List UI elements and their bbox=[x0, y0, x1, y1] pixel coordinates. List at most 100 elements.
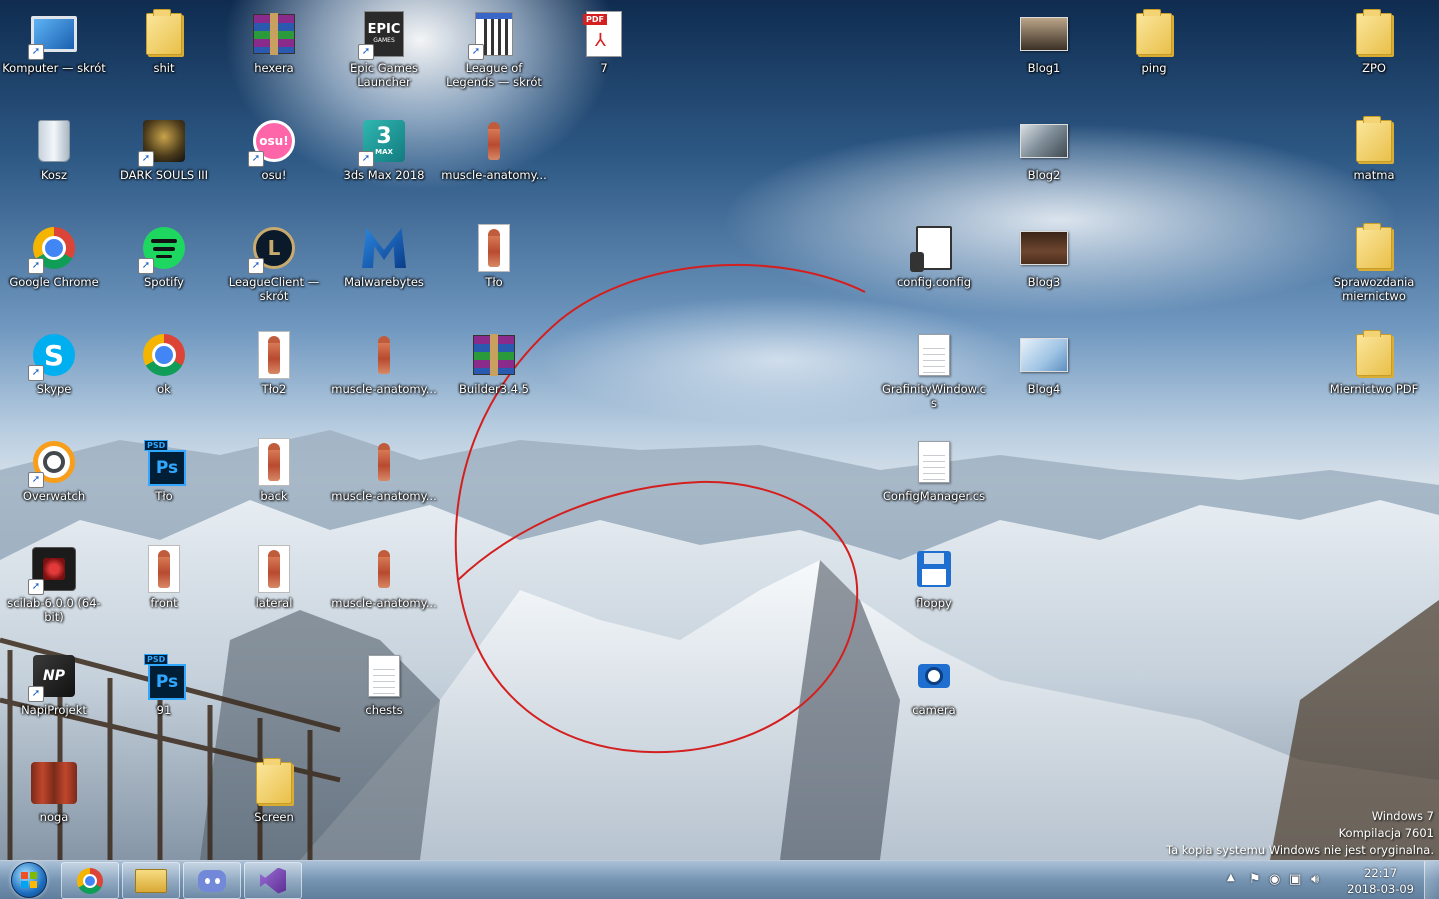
ps-glyph: Ps bbox=[148, 450, 186, 486]
folder-icon bbox=[1350, 116, 1398, 165]
desktop-icon-blog3[interactable]: Blog3 bbox=[990, 218, 1098, 322]
desktop-icon-3dsmax[interactable]: 3 MAX ➚ 3ds Max 2018 bbox=[330, 111, 438, 215]
photoshop-icon: PSD Ps bbox=[140, 652, 188, 700]
desktop[interactable]: ➚ Komputer — skrót Kosz ➚ Google Chrome … bbox=[0, 0, 1439, 860]
desktop-icon-tlo2[interactable]: Tło2 bbox=[220, 325, 328, 429]
desktop-icon-sprawozdania[interactable]: Sprawozdania miernictwo bbox=[1320, 218, 1428, 322]
desktop-icon-blog1[interactable]: Blog1 bbox=[990, 4, 1098, 108]
windows-activation-watermark: Windows 7 Kompilacja 7601 Ta kopia syste… bbox=[1166, 808, 1434, 859]
start-button[interactable] bbox=[3, 862, 55, 898]
desktop-icon-blog2[interactable]: Blog2 bbox=[990, 111, 1098, 215]
desktop-icon-muscle-anatomy-2[interactable]: muscle-anatomy... bbox=[330, 325, 438, 429]
desktop-icon-google-chrome[interactable]: ➚ Google Chrome bbox=[0, 218, 108, 322]
desktop-icon-spotify[interactable]: ➚ Spotify bbox=[110, 218, 218, 322]
3dsmax-logo-number: 3 bbox=[376, 124, 392, 149]
desktop-icon-scilab[interactable]: ➚ scilab-6.0.0 (64-bit) bbox=[0, 539, 108, 643]
image-thumbnail bbox=[1020, 10, 1068, 58]
desktop-icon-label: hexera bbox=[254, 61, 294, 75]
desktop-icon-label: back bbox=[260, 489, 288, 503]
chrome-icon: ➚ bbox=[28, 224, 78, 274]
desktop-icon-91[interactable]: PSD Ps 91 bbox=[110, 646, 218, 750]
action-center-flag-icon[interactable]: ⚑ bbox=[1249, 872, 1261, 887]
desktop-icon-skype[interactable]: S ➚ Skype bbox=[0, 325, 108, 429]
desktop-icon-muscle-anatomy-3[interactable]: muscle-anatomy... bbox=[330, 432, 438, 536]
desktop-icon-camera[interactable]: camera bbox=[880, 646, 988, 750]
network-globe-icon[interactable]: ◉ bbox=[1269, 872, 1280, 887]
winrar-icon bbox=[470, 331, 518, 379]
recycle-bin-icon bbox=[30, 117, 78, 165]
desktop-icon-epic-games[interactable]: EPIC GAMES ➚ Epic Games Launcher bbox=[330, 4, 438, 108]
chrome-taskbar-icon bbox=[77, 867, 103, 894]
folder-icon bbox=[140, 9, 188, 58]
3dsmax-logo-subtext: MAX bbox=[375, 148, 393, 156]
desktop-icon-floppy[interactable]: floppy bbox=[880, 539, 988, 643]
desktop-icon-label: Tło bbox=[485, 275, 503, 289]
desktop-icon-tlo-psd[interactable]: PSD Ps Tło bbox=[110, 432, 218, 536]
desktop-icon-computer[interactable]: ➚ Komputer — skrót bbox=[0, 4, 108, 108]
desktop-icon-ping[interactable]: ping bbox=[1100, 4, 1208, 108]
desktop-icon-label: noga bbox=[39, 810, 69, 824]
photoshop-icon: PSD Ps bbox=[140, 438, 188, 486]
taskbar-visual-studio-button[interactable] bbox=[244, 862, 302, 899]
desktop-icon-7-pdf[interactable]: PDF ⅄ 7 bbox=[550, 4, 658, 108]
desktop-icon-malwarebytes[interactable]: Malwarebytes bbox=[330, 218, 438, 322]
pdf-icon: PDF ⅄ bbox=[580, 10, 628, 58]
desktop-icon-muscle-anatomy-4[interactable]: muscle-anatomy... bbox=[330, 539, 438, 643]
desktop-icon-front[interactable]: front bbox=[110, 539, 218, 643]
folder-icon bbox=[1350, 9, 1398, 58]
network-monitor-icon[interactable]: ▣ bbox=[1289, 872, 1301, 887]
overwatch-icon: ➚ bbox=[28, 438, 78, 488]
desktop-icon-muscle-anatomy-1[interactable]: muscle-anatomy... bbox=[440, 111, 548, 215]
volume-icon[interactable]: 🔊︎ bbox=[1311, 872, 1319, 887]
desktop-icon-blog4[interactable]: Blog4 bbox=[990, 325, 1098, 429]
taskbar-explorer-button[interactable] bbox=[122, 862, 180, 899]
desktop-icon-hexera[interactable]: hexera bbox=[220, 4, 328, 108]
taskbar-chrome-button[interactable] bbox=[61, 862, 119, 899]
camera-icon bbox=[910, 652, 958, 700]
desktop-icon-overwatch[interactable]: ➚ Overwatch bbox=[0, 432, 108, 536]
desktop-icon-osu[interactable]: osu! ➚ osu! bbox=[220, 111, 328, 215]
desktop-icon-zpo[interactable]: ZPO bbox=[1320, 4, 1428, 108]
desktop-icon-tlo[interactable]: Tło bbox=[440, 218, 548, 322]
anatomy-image-icon bbox=[470, 224, 518, 272]
show-hidden-icons-arrow-icon[interactable]: ▲ bbox=[1227, 872, 1235, 883]
desktop-icon-label: Epic Games Launcher bbox=[350, 61, 418, 89]
desktop-icon-league-of-legends[interactable]: ➚ League of Legends — skrót bbox=[440, 4, 548, 108]
desktop-icon-dark-souls[interactable]: ➚ DARK SOULS III bbox=[110, 111, 218, 215]
desktop-icon-matma[interactable]: matma bbox=[1320, 111, 1428, 215]
desktop-icon-shit[interactable]: shit bbox=[110, 4, 218, 108]
desktop-icon-grafinitywindow[interactable]: GrafinityWindow.cs bbox=[880, 325, 988, 429]
pdf-badge: PDF bbox=[583, 14, 607, 25]
desktop-icon-label: DARK SOULS III bbox=[119, 168, 208, 182]
desktop-icon-label: Blog3 bbox=[1027, 275, 1061, 289]
desktop-icon-label: camera bbox=[912, 703, 956, 717]
system-tray: ▲ ⚑ ◉ ▣ 🔊︎ 22:17 2018-03-09 bbox=[1219, 861, 1439, 899]
desktop-icon-label: osu! bbox=[261, 168, 287, 182]
desktop-icon-label: Blog4 bbox=[1027, 382, 1061, 396]
taskbar: ▲ ⚑ ◉ ▣ 🔊︎ 22:17 2018-03-09 bbox=[0, 860, 1439, 899]
desktop-icon-chests[interactable]: chests bbox=[330, 646, 438, 750]
computer-icon: ➚ bbox=[28, 10, 78, 60]
desktop-icon-napiprojekt[interactable]: NP ➚ NapiProjekt bbox=[0, 646, 108, 750]
clock-date: 2018-03-09 bbox=[1347, 882, 1414, 896]
desktop-icon-noga[interactable]: noga bbox=[0, 753, 108, 857]
desktop-icon-recycle-bin[interactable]: Kosz bbox=[0, 111, 108, 215]
desktop-icon-label: Komputer — skrót bbox=[2, 61, 106, 75]
desktop-icon-ok[interactable]: ok bbox=[110, 325, 218, 429]
anatomy-image-icon bbox=[250, 331, 298, 379]
desktop-icon-miernictwo-pdf[interactable]: Miernictwo PDF bbox=[1320, 325, 1428, 429]
watermark-line-1: Windows 7 bbox=[1371, 809, 1434, 823]
folder-icon bbox=[1130, 9, 1178, 58]
show-desktop-button[interactable] bbox=[1424, 861, 1439, 899]
taskbar-clock[interactable]: 22:17 2018-03-09 bbox=[1347, 865, 1414, 897]
league-client-icon: L ➚ bbox=[248, 224, 298, 274]
text-file-icon bbox=[910, 438, 958, 486]
desktop-icon-builder[interactable]: Builder3.4.5 bbox=[440, 325, 548, 429]
taskbar-discord-button[interactable] bbox=[183, 862, 241, 899]
desktop-icon-back[interactable]: back bbox=[220, 432, 328, 536]
desktop-icon-screen[interactable]: Screen bbox=[220, 753, 328, 857]
desktop-icon-lateral[interactable]: lateral bbox=[220, 539, 328, 643]
desktop-icon-configmanager[interactable]: ConfigManager.cs bbox=[880, 432, 988, 536]
desktop-icon-league-client[interactable]: L ➚ LeagueClient — skrót bbox=[220, 218, 328, 322]
desktop-icon-config-config[interactable]: config.config bbox=[880, 218, 988, 322]
